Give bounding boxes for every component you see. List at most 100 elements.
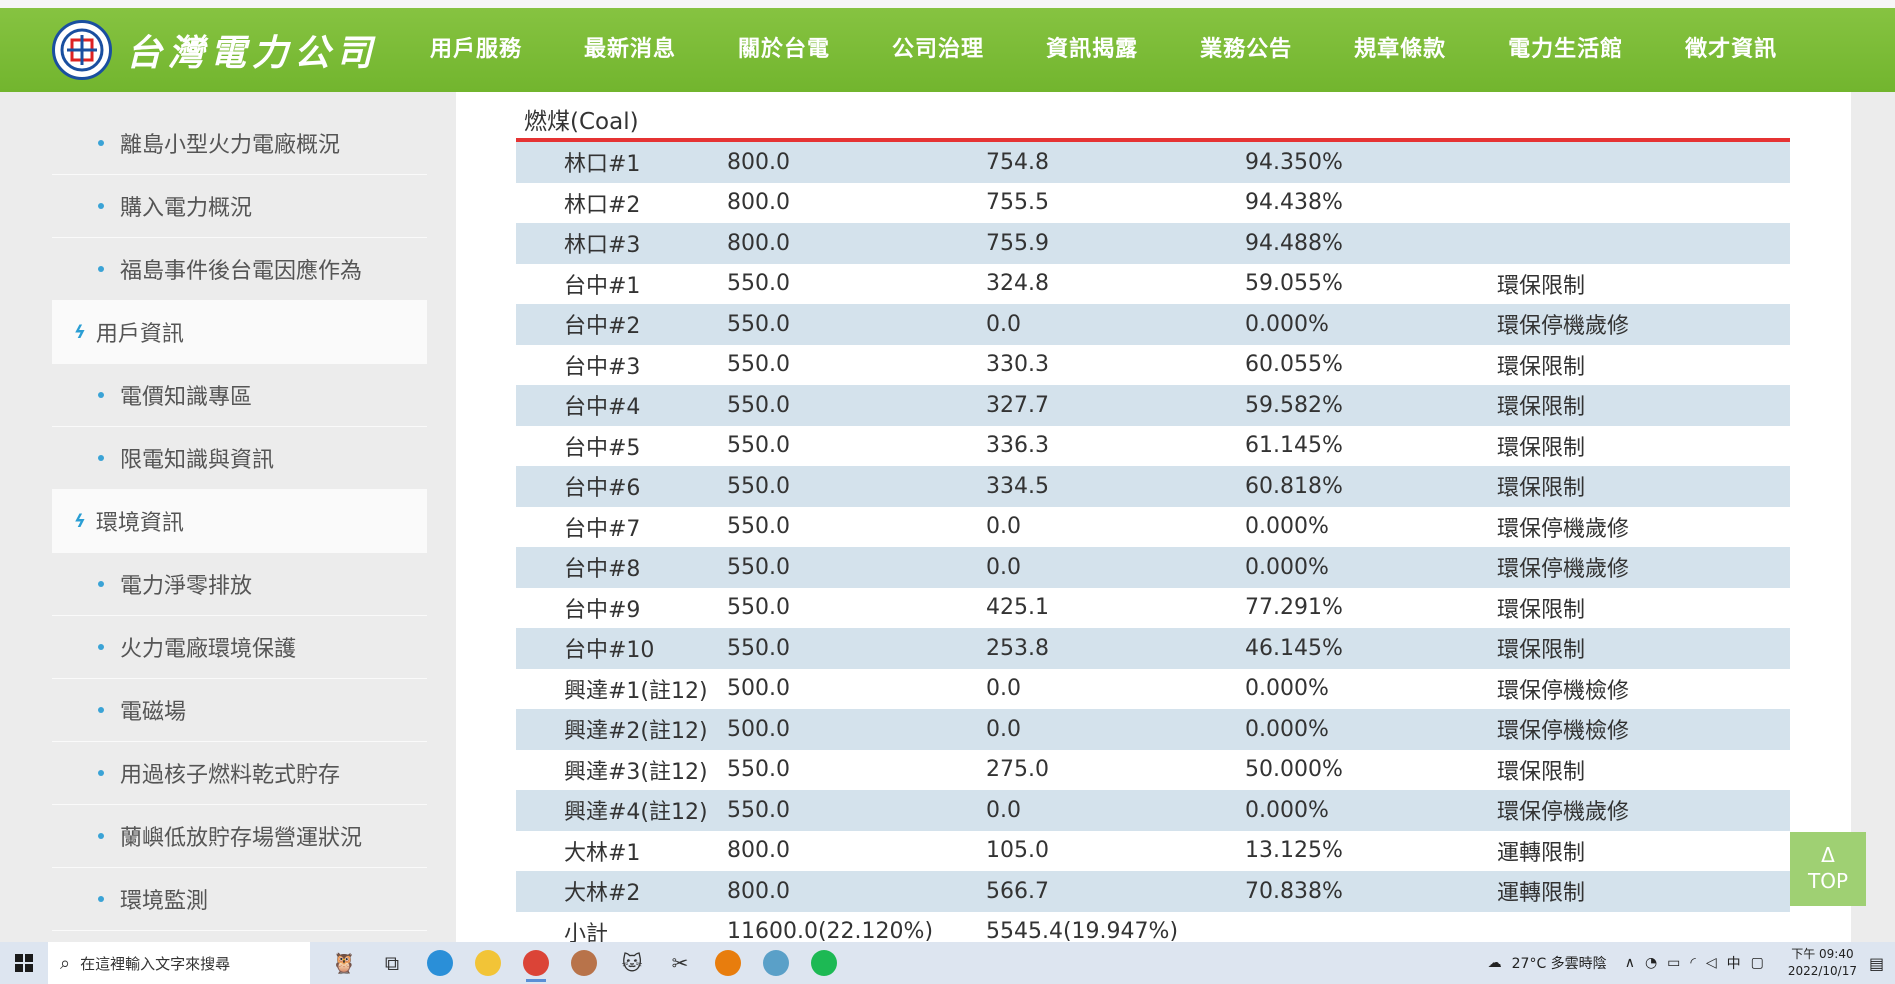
back-to-top-button[interactable]: Δ TOP — [1790, 832, 1866, 906]
table-cell: 台中#6 — [564, 476, 641, 502]
table-cell: 環保停機檢修 — [1497, 678, 1630, 704]
weather-text: 27°C 多雲時陰 — [1511, 956, 1607, 972]
logo-text: 台灣電力公司 — [126, 32, 379, 74]
nav-item-7[interactable]: 電力生活館 — [1508, 8, 1623, 92]
sidebar-item-9[interactable]: 電磁場 — [52, 679, 427, 742]
system-tray: ☁ 27°C 多雲時陰 ∧ ◔ ▭ ◜ ◁ 中 ▢ 下午 09:40 2022/… — [1488, 942, 1895, 984]
table-cell: 800.0 — [727, 838, 790, 864]
spotify-icon[interactable] — [800, 942, 848, 984]
blender-icon[interactable] — [704, 942, 752, 984]
sidebar-item-7[interactable]: 電力淨零排放 — [52, 553, 427, 616]
app-glyph: ✂ — [671, 951, 689, 975]
table-cell: 105.0 — [986, 838, 1049, 864]
bullet-dot-icon — [98, 266, 104, 272]
sidebar-label: 蘭嶼低放貯存場營運狀況 — [120, 826, 363, 851]
table-cell: 台中#1 — [564, 273, 641, 299]
table-cell: 林口#3 — [564, 233, 641, 259]
sidebar-menu: 離島小型火力電廠概況 購入電力概況 福島事件後台電因應作為 ϟ 用戶資訊 電價知識專區 限電… — [52, 112, 427, 942]
bullet-dot-icon — [98, 581, 104, 587]
network-icon[interactable]: ◔ — [1645, 955, 1657, 971]
nav-item-1[interactable]: 最新消息 — [584, 8, 676, 92]
sidebar-item-8[interactable]: 火力電廠環境保護 — [52, 616, 427, 679]
cat-app-icon[interactable]: 🐱 — [608, 942, 656, 984]
keyboard-icon[interactable]: ▢ — [1751, 955, 1764, 971]
table-cell: 330.3 — [986, 352, 1049, 378]
table-cell: 94.350% — [1245, 149, 1343, 175]
arrow-up-icon: Δ — [1821, 843, 1835, 867]
sidebar-item-0[interactable]: 離島小型火力電廠概況 — [52, 112, 427, 175]
sidebar-item-11[interactable]: 蘭嶼低放貯存場營運狀況 — [52, 805, 427, 868]
clock-time: 下午 09:40 — [1791, 947, 1854, 961]
sidebar-item-10[interactable]: 用過核子燃料乾式貯存 — [52, 742, 427, 805]
taskbar-clock[interactable]: 下午 09:40 2022/10/17 — [1788, 946, 1857, 980]
table-cell: 61.145% — [1245, 433, 1343, 459]
table-cell: 13.125% — [1245, 838, 1343, 864]
file-explorer-icon[interactable] — [464, 942, 512, 984]
notification-icon[interactable]: ▤ — [1869, 954, 1895, 973]
table-row: 台中#3 550.0 330.3 60.055% 環保限制 — [516, 344, 1790, 385]
table-cell: 500.0 — [727, 716, 790, 742]
table-cell: 環保停機歲修 — [1497, 800, 1630, 826]
chrome-icon[interactable] — [512, 942, 560, 984]
table-cell: 環保停機歲修 — [1497, 314, 1630, 340]
table-row: 林口#2 800.0 755.5 94.438% — [516, 182, 1790, 223]
nav-item-2[interactable]: 關於台電 — [738, 8, 830, 92]
table-row: 台中#5 550.0 336.3 61.145% 環保限制 — [516, 425, 1790, 466]
nav-item-4[interactable]: 資訊揭露 — [1046, 8, 1138, 105]
nav-item-3[interactable]: 公司治理 — [892, 8, 984, 92]
table-cell: 550.0 — [727, 433, 790, 459]
sidebar-item-5[interactable]: 限電知識與資訊 — [52, 427, 427, 490]
bullet-dot-icon — [98, 140, 104, 146]
taskbar-search-box[interactable]: ⌕ 在這裡輸入文字來搜尋 — [48, 942, 310, 984]
weather-widget[interactable]: ☁ 27°C 多雲時陰 — [1488, 953, 1607, 973]
wifi-icon[interactable]: ◜ — [1690, 955, 1695, 971]
sidebar-label: 用戶資訊 — [95, 322, 184, 347]
volume-icon[interactable]: ◁ — [1706, 955, 1717, 971]
table-cell: 550.0 — [727, 392, 790, 418]
table-cell: 754.8 — [986, 149, 1049, 175]
start-button[interactable] — [0, 942, 48, 984]
sidebar-label: 福島事件後台電因應作為 — [120, 259, 363, 284]
table-cell: 興達#3(註12) — [564, 759, 708, 785]
taipower-emblem-icon — [52, 20, 112, 80]
nav-item-8[interactable]: 徵才資訊 — [1685, 8, 1777, 92]
table-cell: 550.0 — [727, 514, 790, 540]
notebook-app-icon[interactable] — [752, 942, 800, 984]
site-header: 台灣電力公司 用戶服務 最新消息 關於台電 公司治理 資訊揭露 業務公告 規章條款 電力生活館… — [0, 8, 1895, 105]
app-badge — [811, 950, 837, 976]
snipping-tool-icon[interactable]: ✂ — [656, 942, 704, 984]
sidebar-category-6[interactable]: ϟ 環境資訊 — [52, 490, 427, 553]
table-cell: 0.000% — [1245, 676, 1329, 702]
owl-widget-icon[interactable]: 🦉 — [320, 942, 368, 984]
sidebar-label: 用過核子燃料乾式貯存 — [120, 763, 341, 788]
table-row: 大林#2 800.0 566.7 70.838% 運轉限制 — [516, 871, 1790, 912]
sidebar-item-1[interactable]: 購入電力概況 — [52, 175, 427, 238]
table-cell: 253.8 — [986, 635, 1049, 661]
lightning-icon: ϟ — [74, 510, 86, 532]
ime-indicator[interactable]: 中 — [1727, 953, 1741, 973]
sidebar-category-3[interactable]: ϟ 用戶資訊 — [52, 301, 427, 364]
sidebar-item-2[interactable]: 福島事件後台電因應作為 — [52, 238, 427, 301]
table-cell: 550.0 — [727, 757, 790, 783]
edge-icon[interactable] — [416, 942, 464, 984]
table-cell: 大林#2 — [564, 881, 641, 907]
sidebar-label: 電力淨零排放 — [120, 574, 253, 599]
app-badge — [523, 950, 549, 976]
table-row: 台中#10 550.0 253.8 46.145% 環保限制 — [516, 628, 1790, 669]
table-cell: 環保限制 — [1497, 354, 1586, 380]
sidebar-item-12[interactable]: 環境監測 — [52, 868, 427, 931]
chevron-up-icon[interactable]: ∧ — [1625, 955, 1635, 971]
compass-app-icon[interactable] — [560, 942, 608, 984]
table-cell: 0.0 — [986, 797, 1021, 823]
task-view-icon[interactable]: ⧉ — [368, 942, 416, 984]
sidebar-item-4[interactable]: 電價知識專區 — [52, 364, 427, 427]
battery-icon[interactable]: ▭ — [1667, 955, 1680, 971]
app-badge — [715, 950, 741, 976]
nav-item-0[interactable]: 用戶服務 — [430, 8, 522, 92]
table-cell: 336.3 — [986, 433, 1049, 459]
table-cell: 50.000% — [1245, 757, 1343, 783]
nav-item-5[interactable]: 業務公告 — [1200, 8, 1292, 92]
nav-item-6[interactable]: 規章條款 — [1354, 8, 1446, 92]
taipower-logo[interactable]: 台灣電力公司 — [52, 20, 378, 80]
app-badge — [475, 950, 501, 976]
